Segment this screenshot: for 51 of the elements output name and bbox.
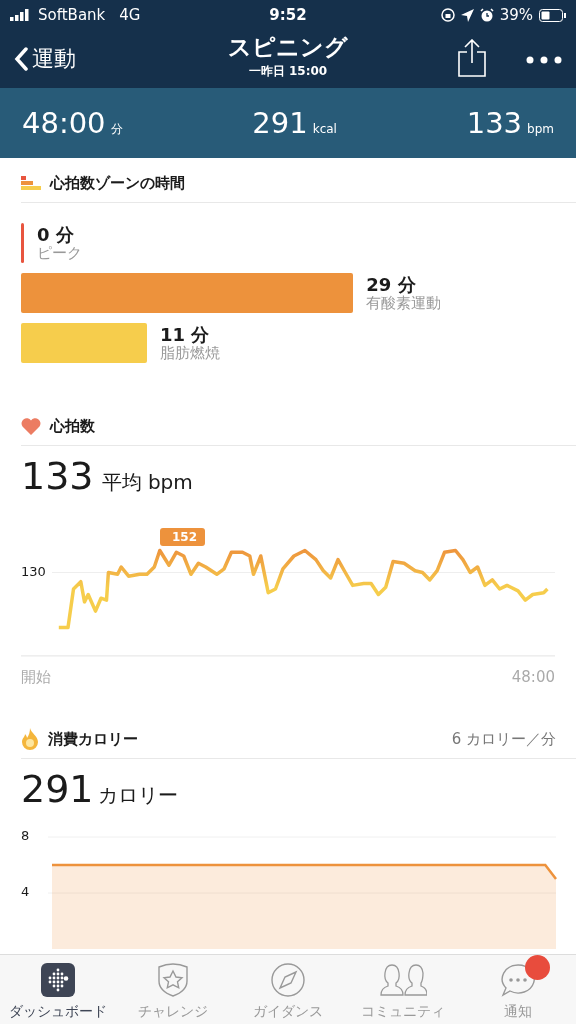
axis-tick-label: 130 (21, 563, 46, 579)
signal-icon (10, 9, 32, 21)
section-title: 心拍数ゾーンの時間 (50, 173, 185, 193)
workout-title: スピニング (228, 33, 348, 62)
zone-minutes: 29 分 (366, 274, 417, 295)
dots-grid-icon (40, 963, 75, 1000)
peak-value-tag: 152 (160, 528, 206, 546)
axis-tick-label: 8 (21, 828, 30, 843)
battery-percent: 39% (499, 6, 533, 24)
zone-minutes: 11 分 (160, 324, 211, 345)
total-calories: 291 (21, 767, 94, 811)
summary-unit: 分 (110, 121, 123, 138)
axis-end-label: 48:00 (511, 668, 555, 686)
star-shield-icon (155, 963, 190, 1000)
workout-date: 一昨日 15:00 (248, 63, 328, 80)
summary-unit: kcal (312, 122, 337, 136)
summary-unit: bpm (527, 122, 554, 136)
average-heart-rate: 133 (21, 454, 94, 498)
battery-icon (539, 8, 566, 22)
calorie-rate: 6 カロリー／分 (451, 729, 556, 749)
tab-item[interactable]: コミュニティ (345, 955, 461, 1024)
share-icon[interactable] (458, 38, 486, 80)
tab-item[interactable]: ガイダンス (230, 955, 346, 1024)
summary-value: 291 (252, 106, 308, 140)
calorie-unit: カロリー (97, 782, 178, 809)
tab-item[interactable]: ダッシュボード (0, 955, 116, 1024)
summary-value: 48:00 (22, 106, 106, 140)
zone-name: 有酸素運動 (366, 294, 442, 312)
alarm-icon (479, 8, 494, 22)
zone-minutes: 0 分 (37, 224, 75, 245)
back-button[interactable]: 運動 (14, 44, 76, 74)
heart-icon (21, 417, 41, 435)
summary-value: 133 (466, 106, 523, 140)
network-type: 4G (119, 6, 141, 24)
location-arrow-icon (460, 8, 474, 22)
rotation-lock-icon (440, 8, 455, 22)
flame-icon (21, 728, 39, 750)
tab-item[interactable]: チャレンジ (115, 955, 231, 1024)
chevron-icon (14, 47, 28, 71)
zone-name: 脂肪燃焼 (160, 344, 221, 362)
tab-item[interactable]: 通知 (460, 955, 576, 1024)
section-title: 消費カロリー (48, 729, 138, 749)
axis-start-label: 開始 (21, 668, 51, 687)
carrier-name: SoftBank (38, 6, 106, 24)
section-title: 心拍数 (50, 416, 95, 436)
clock-time: 9:52 (269, 6, 307, 24)
axis-tick-label: 4 (21, 884, 30, 899)
compass-icon (271, 963, 305, 1000)
zone-name: ピーク (37, 244, 82, 262)
zone-bars-icon (21, 175, 41, 191)
heart-rate-unit: 平均 bpm (101, 469, 193, 496)
